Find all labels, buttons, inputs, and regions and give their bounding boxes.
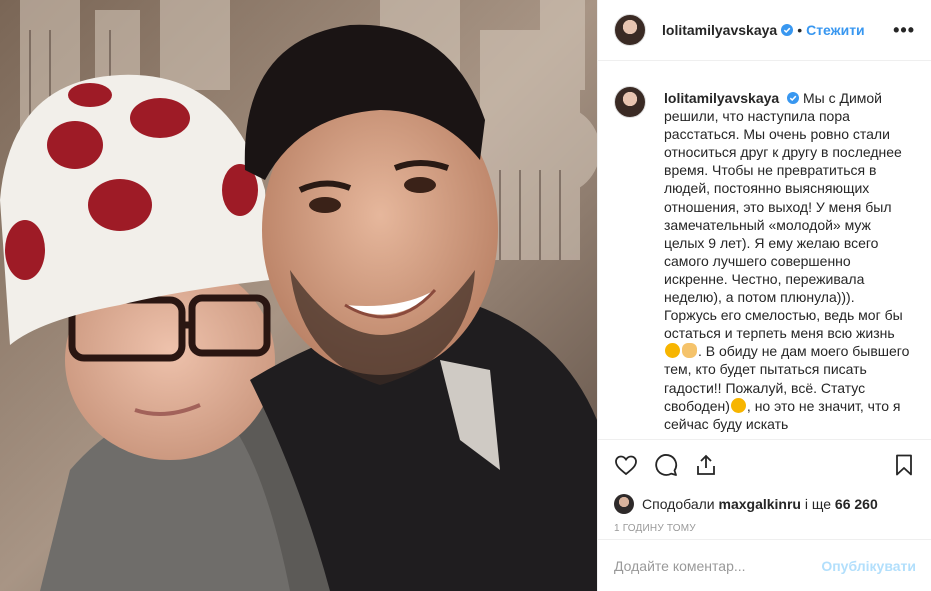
liker-username[interactable]: maxgalkinru bbox=[719, 496, 801, 512]
ok-hand-emoji-icon bbox=[682, 343, 697, 359]
tongue-emoji-icon bbox=[665, 343, 680, 359]
more-options-icon[interactable]: ••• bbox=[893, 20, 915, 41]
follow-button[interactable]: Стежити bbox=[806, 22, 865, 38]
caption-section: lolitamilyavskaya Мы с Димой решили, что… bbox=[598, 61, 931, 439]
verified-badge-icon bbox=[787, 92, 800, 104]
heart-icon[interactable] bbox=[614, 453, 638, 477]
verified-badge-icon bbox=[781, 24, 794, 36]
separator-dot: • bbox=[797, 22, 803, 38]
post-photo[interactable] bbox=[0, 0, 597, 591]
action-icons-bar bbox=[598, 440, 931, 490]
post-actions: Сподобали maxgalkinru і ще 66 260 1 годи… bbox=[598, 439, 931, 534]
comment-icon[interactable] bbox=[654, 453, 678, 477]
caption-username[interactable]: lolitamilyavskaya bbox=[664, 90, 779, 106]
comment-form: Опублікувати bbox=[598, 539, 931, 591]
post-sidebar: lolitamilyavskaya • Стежити ••• lolitami… bbox=[597, 0, 931, 591]
caption-avatar[interactable] bbox=[614, 86, 646, 118]
publish-button[interactable]: Опублікувати bbox=[821, 558, 916, 574]
caption-body-part1: Мы с Димой решили, что наступила пора ра… bbox=[664, 90, 903, 342]
author-avatar[interactable] bbox=[614, 14, 646, 46]
likes-suffix: і ще bbox=[804, 496, 832, 512]
post-header: lolitamilyavskaya • Стежити ••• bbox=[598, 0, 931, 61]
selfie-image bbox=[0, 0, 597, 591]
likes-prefix: Сподобали bbox=[642, 496, 715, 512]
caption-text: lolitamilyavskaya Мы с Димой решили, что… bbox=[664, 89, 910, 439]
author-username[interactable]: lolitamilyavskaya bbox=[662, 22, 777, 38]
likes-count[interactable]: 66 260 bbox=[835, 496, 878, 512]
likes-summary: Сподобали maxgalkinru і ще 66 260 bbox=[598, 490, 931, 518]
bookmark-icon[interactable] bbox=[892, 453, 916, 477]
tongue-emoji-icon bbox=[730, 397, 746, 413]
comment-input[interactable] bbox=[614, 557, 822, 574]
post-timestamp[interactable]: 1 годину тому bbox=[598, 523, 931, 534]
liker-avatar[interactable] bbox=[614, 494, 634, 514]
share-icon[interactable] bbox=[694, 453, 718, 477]
